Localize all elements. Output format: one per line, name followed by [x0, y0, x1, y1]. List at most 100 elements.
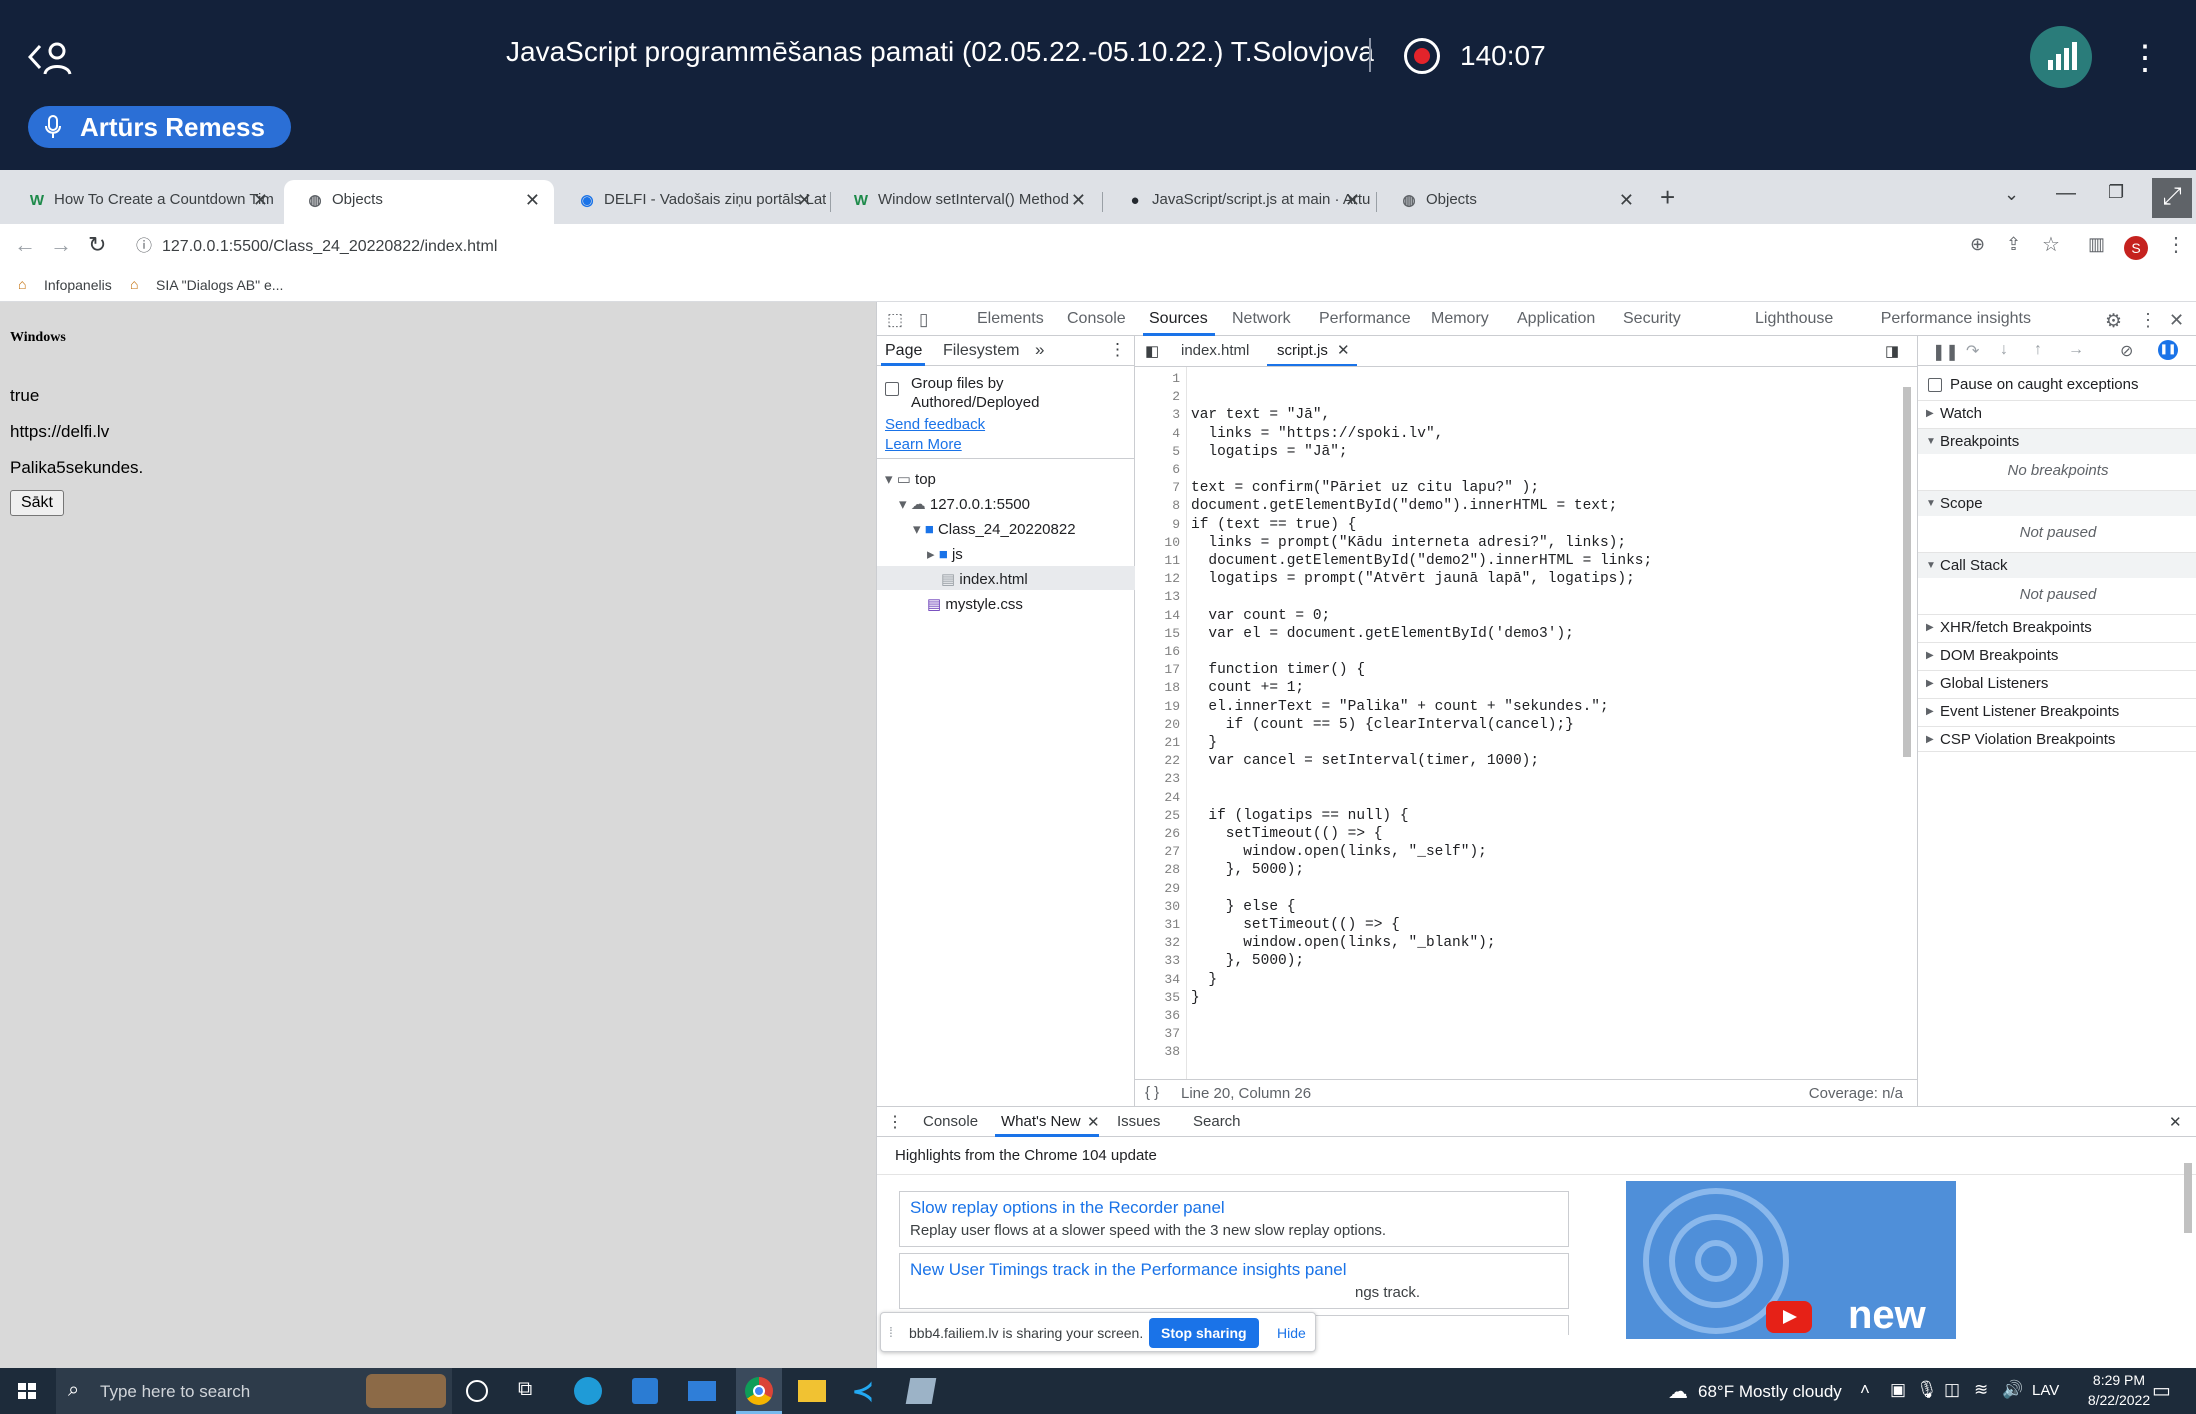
chrome-menu-icon[interactable]: ⋮ — [2166, 232, 2186, 257]
browser-tab[interactable]: W How To Create a Countdown Tim ✕ — [6, 180, 282, 224]
section-global-listeners[interactable]: ▶ Global Listeners — [1918, 670, 2196, 696]
close-tab-icon[interactable]: ✕ — [1345, 180, 1360, 220]
step-over-icon[interactable]: ↷ — [1966, 341, 1979, 361]
wifi-icon[interactable]: ≋ — [1974, 1380, 1988, 1400]
line-number[interactable]: 26 — [1164, 826, 1180, 841]
section-xhr-breakpoints[interactable]: ▶ XHR/fetch Breakpoints — [1918, 614, 2196, 640]
pretty-print-icon[interactable]: { } — [1145, 1084, 1159, 1101]
nav-tab-page[interactable]: Page — [885, 342, 922, 360]
leave-meeting-icon[interactable] — [28, 38, 74, 76]
bookmark-dialogs[interactable]: SIA "Dialogs AB" e... — [156, 277, 283, 293]
tray-chevron-icon[interactable]: ˄ — [1860, 1380, 1870, 1400]
drag-handle-icon[interactable]: ⁞ — [889, 1324, 893, 1340]
step-out-icon[interactable]: ↑ — [2034, 341, 2042, 359]
nav-tab-filesystem[interactable]: Filesystem — [943, 342, 1019, 360]
browser-tab[interactable]: ● JavaScript/script.js at main · Artu ✕ — [1104, 180, 1374, 224]
code-area[interactable]: 1 2 3 4 5 6 7 8 9 10 11 12 13 14 15 16 17 18 19 20 21 22 23 24 2… — [1135, 366, 1917, 1106]
drawer-tab-whats-new[interactable]: What's New — [1001, 1113, 1081, 1130]
line-number[interactable]: 38 — [1164, 1044, 1180, 1059]
weather-text[interactable]: 68°F Mostly cloudy — [1698, 1382, 1842, 1402]
line-number[interactable]: 31 — [1164, 917, 1180, 932]
tab-sources[interactable]: Sources — [1149, 310, 1208, 328]
clock-date[interactable]: 8/22/2022 — [2080, 1392, 2158, 1408]
line-number[interactable]: 18 — [1164, 680, 1180, 695]
drawer-tab-issues[interactable]: Issues — [1117, 1113, 1160, 1130]
line-number[interactable]: 3 — [1172, 407, 1180, 422]
store-icon[interactable] — [632, 1378, 658, 1404]
bookmark-infopanelis[interactable]: Infopanelis — [44, 277, 112, 293]
task-view-icon[interactable]: ⧉ — [518, 1378, 532, 1401]
card-title[interactable]: Slow replay options in the Recorder pane… — [910, 1198, 1225, 1218]
file-explorer-icon[interactable] — [798, 1380, 826, 1402]
line-number[interactable]: 30 — [1164, 899, 1180, 914]
line-number[interactable]: 13 — [1164, 589, 1180, 604]
network-icon[interactable]: ◫ — [1944, 1380, 1960, 1400]
close-devtools-icon[interactable]: ✕ — [2169, 310, 2184, 331]
back-icon[interactable]: ← — [14, 232, 36, 258]
device-toolbar-icon[interactable]: ▯ — [919, 310, 928, 330]
microphone-tray-icon[interactable]: 🎙 — [1916, 1380, 1938, 1400]
tab-elements[interactable]: Elements — [977, 310, 1044, 328]
deactivate-breakpoints-icon[interactable]: ⊘ — [2120, 341, 2133, 361]
profile-avatar[interactable]: S — [2124, 236, 2148, 260]
line-gutter[interactable]: 1 2 3 4 5 6 7 8 9 10 11 12 13 14 15 16 17 18 19 20 21 22 23 24 2… — [1135, 367, 1187, 1079]
close-drawer-icon[interactable]: ✕ — [2169, 1113, 2182, 1131]
volume-icon[interactable]: 🔊 — [2002, 1380, 2023, 1400]
close-tab-icon[interactable]: ✕ — [525, 180, 540, 220]
line-number[interactable]: 6 — [1172, 462, 1180, 477]
line-number[interactable]: 11 — [1164, 553, 1180, 568]
browser-tab[interactable]: W Window setInterval() Method ✕ — [830, 180, 1100, 224]
taskbar-chrome-active[interactable] — [736, 1368, 782, 1414]
new-tab-icon[interactable]: + — [1660, 182, 1675, 213]
drawer-tab-console[interactable]: Console — [923, 1113, 978, 1130]
line-number[interactable]: 29 — [1164, 881, 1180, 896]
section-scope[interactable]: ▼ Scope — [1918, 490, 2196, 516]
line-number[interactable]: 28 — [1164, 862, 1180, 877]
tab-search-icon[interactable]: ⌄ — [2004, 184, 2019, 205]
whats-new-card[interactable]: New User Timings track in the Performanc… — [899, 1253, 1569, 1309]
cortana-icon[interactable] — [466, 1380, 488, 1402]
line-number[interactable]: 8 — [1172, 498, 1180, 513]
share-icon[interactable]: ⇪ — [2006, 234, 2021, 255]
line-number[interactable]: 22 — [1164, 753, 1180, 768]
tab-performance[interactable]: Performance — [1319, 310, 1411, 328]
close-editor-tab-icon[interactable]: ✕ — [1337, 341, 1350, 359]
line-number[interactable]: 9 — [1172, 517, 1180, 532]
line-number[interactable]: 35 — [1164, 990, 1180, 1005]
line-number[interactable]: 34 — [1164, 972, 1180, 987]
zoom-icon[interactable]: ⊕ — [1970, 234, 1985, 255]
close-tab-icon[interactable]: ✕ — [1071, 180, 1086, 220]
app-icon[interactable] — [905, 1378, 937, 1404]
tree-origin[interactable]: ▾ ☁ 127.0.0.1:5500 — [899, 495, 1030, 513]
line-number[interactable]: 17 — [1164, 662, 1180, 677]
step-into-icon[interactable]: ↓ — [2000, 341, 2008, 359]
line-number[interactable]: 7 — [1172, 480, 1180, 495]
drawer-tab-search[interactable]: Search — [1193, 1113, 1241, 1130]
card-title[interactable]: New User Timings track in the Performanc… — [910, 1260, 1347, 1280]
restore-icon[interactable]: ❐ — [2108, 182, 2124, 203]
tree-folder-js[interactable]: ▸ ■ js — [927, 545, 963, 563]
line-number[interactable]: 4 — [1172, 426, 1180, 441]
line-number[interactable]: 1 — [1172, 371, 1180, 386]
tab-application[interactable]: Application — [1517, 310, 1595, 328]
close-tab-icon[interactable]: ✕ — [797, 180, 812, 220]
pause-on-exceptions-icon[interactable]: ❚❚ — [2158, 340, 2178, 360]
side-panel-icon[interactable]: ▥ — [2088, 234, 2105, 255]
tab-memory[interactable]: Memory — [1431, 310, 1489, 328]
line-number[interactable]: 36 — [1164, 1008, 1180, 1023]
line-number[interactable]: 27 — [1164, 844, 1180, 859]
url-input[interactable]: ⓘ 127.0.0.1:5500/Class_24_20220822/index… — [126, 230, 1926, 264]
more-tabs-icon[interactable]: » — [1035, 340, 1044, 360]
forward-icon[interactable]: → — [50, 232, 72, 258]
line-number[interactable]: 20 — [1164, 717, 1180, 732]
drawer-menu-icon[interactable]: ⋮ — [887, 1112, 903, 1132]
line-number[interactable]: 23 — [1164, 771, 1180, 786]
tab-security[interactable]: Security — [1623, 310, 1681, 328]
line-number[interactable]: 15 — [1164, 626, 1180, 641]
recording-icon[interactable] — [1404, 38, 1440, 74]
hide-button[interactable]: Hide — [1277, 1325, 1306, 1341]
line-number[interactable]: 10 — [1164, 535, 1180, 550]
pause-icon[interactable]: ❚❚ — [1932, 342, 1959, 362]
vscode-icon[interactable]: ≺ — [852, 1377, 880, 1405]
line-number[interactable]: 12 — [1164, 571, 1180, 586]
